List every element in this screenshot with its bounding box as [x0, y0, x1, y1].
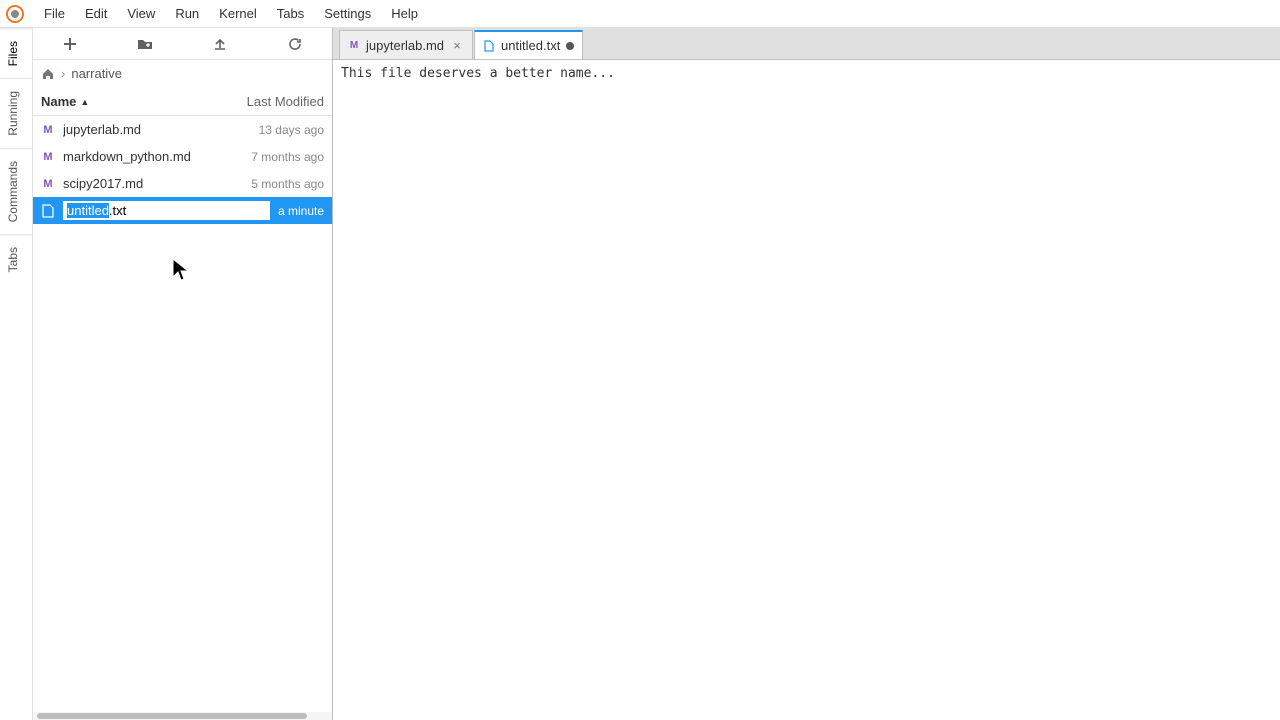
file-row[interactable]: M jupyterlab.md 13 days ago [33, 116, 332, 143]
file-modified: a minute [278, 204, 324, 218]
file-name: jupyterlab.md [63, 122, 251, 137]
unsaved-indicator-icon [566, 42, 574, 50]
close-icon[interactable]: × [450, 38, 464, 52]
side-tab-files[interactable]: Files [0, 28, 32, 78]
column-name[interactable]: Name ▲ [41, 94, 247, 109]
file-modified: 13 days ago [259, 123, 324, 137]
file-list-header: Name ▲ Last Modified [33, 88, 332, 116]
rename-input[interactable] [63, 201, 270, 220]
file-list: M jupyterlab.md 13 days ago M markdown_p… [33, 116, 332, 712]
side-tab-strip: Files Running Commands Tabs [0, 28, 33, 720]
menu-run[interactable]: Run [165, 2, 209, 25]
dock-tab-active[interactable]: untitled.txt [474, 30, 583, 59]
file-browser: › narrative Name ▲ Last Modified M jupyt… [33, 28, 333, 720]
breadcrumb: › narrative [33, 60, 332, 88]
file-browser-toolbar [33, 28, 332, 60]
dock-panel: M jupyterlab.md × untitled.txt This file… [333, 28, 1280, 720]
menu-tabs[interactable]: Tabs [267, 2, 314, 25]
menu-view[interactable]: View [117, 2, 165, 25]
file-name: scipy2017.md [63, 176, 243, 191]
side-tab-running[interactable]: Running [0, 78, 32, 148]
column-last-modified[interactable]: Last Modified [247, 94, 324, 109]
dock-tab[interactable]: M jupyterlab.md × [339, 30, 473, 59]
text-file-icon [483, 40, 495, 52]
upload-button[interactable] [200, 30, 240, 58]
scrollbar-thumb[interactable] [37, 713, 307, 719]
markdown-icon: M [41, 178, 55, 190]
markdown-icon: M [348, 39, 360, 51]
refresh-button[interactable] [275, 30, 315, 58]
side-tab-commands[interactable]: Commands [0, 148, 32, 234]
dock-tab-label: jupyterlab.md [366, 38, 444, 53]
breadcrumb-item[interactable]: narrative [71, 66, 122, 81]
new-launcher-button[interactable] [50, 30, 90, 58]
menu-edit[interactable]: Edit [75, 2, 117, 25]
jupyter-logo [6, 5, 24, 23]
text-editor[interactable]: This file deserves a better name... [333, 59, 1280, 720]
new-folder-button[interactable] [125, 30, 165, 58]
file-browser-scrollbar[interactable] [33, 712, 332, 720]
side-tab-tabs[interactable]: Tabs [0, 234, 32, 284]
file-row[interactable]: M markdown_python.md 7 months ago [33, 143, 332, 170]
menu-kernel[interactable]: Kernel [209, 2, 267, 25]
menubar: File Edit View Run Kernel Tabs Settings … [0, 0, 1280, 28]
home-icon[interactable] [41, 67, 55, 81]
menu-file[interactable]: File [34, 2, 75, 25]
menu-help[interactable]: Help [381, 2, 428, 25]
file-row[interactable]: M scipy2017.md 5 months ago [33, 170, 332, 197]
menu-settings[interactable]: Settings [314, 2, 381, 25]
file-modified: 5 months ago [251, 177, 324, 191]
file-row-selected[interactable]: a minute [33, 197, 332, 224]
dock-tab-label: untitled.txt [501, 38, 560, 53]
sort-caret-icon: ▲ [80, 97, 89, 107]
breadcrumb-separator: › [61, 66, 65, 81]
markdown-icon: M [41, 151, 55, 163]
file-modified: 7 months ago [251, 150, 324, 164]
file-name: markdown_python.md [63, 149, 243, 164]
dock-tab-bar: M jupyterlab.md × untitled.txt [333, 28, 1280, 59]
text-file-icon [41, 204, 55, 218]
markdown-icon: M [41, 124, 55, 136]
